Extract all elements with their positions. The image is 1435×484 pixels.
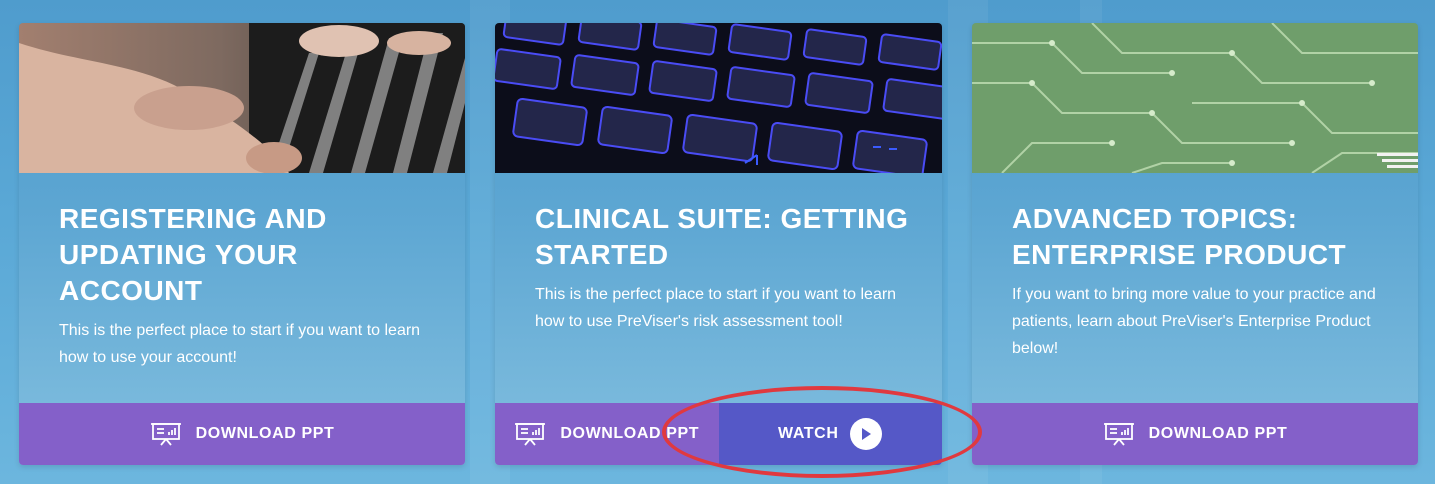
- backlit-keyboard-image: [495, 23, 942, 173]
- card-description: This is the perfect place to start if yo…: [535, 286, 897, 330]
- download-ppt-label: DOWNLOAD PPT: [195, 425, 335, 442]
- presentation-chart-icon: [1103, 422, 1135, 446]
- card-title: CLINICAL SUITE: GETTING STARTED: [535, 203, 909, 270]
- card-registering-account: REGISTERING AND UPDATING YOUR ACCOUNT Th…: [19, 23, 465, 465]
- card-description: This is the perfect place to start if yo…: [59, 322, 421, 366]
- card-title: REGISTERING AND UPDATING YOUR ACCOUNT: [59, 203, 327, 306]
- download-ppt-label: DOWNLOAD PPT: [560, 425, 700, 442]
- card-title: ADVANCED TOPICS: ENTERPRISE PRODUCT: [1012, 203, 1347, 270]
- watch-button[interactable]: WATCH: [718, 403, 942, 465]
- play-icon: [850, 418, 883, 450]
- presentation-chart-icon: [514, 422, 546, 446]
- card-clinical-suite: CLINICAL SUITE: GETTING STARTED This is …: [495, 23, 942, 465]
- circuit-board-image: [972, 23, 1418, 173]
- card-advanced-topics: ADVANCED TOPICS: ENTERPRISE PRODUCT If y…: [972, 23, 1418, 465]
- presentation-chart-icon: [150, 422, 182, 446]
- card-description: If you want to bring more value to your …: [1012, 286, 1376, 357]
- download-ppt-label: DOWNLOAD PPT: [1148, 425, 1288, 442]
- download-ppt-button[interactable]: DOWNLOAD PPT: [495, 403, 719, 465]
- watch-label: WATCH: [778, 425, 839, 442]
- hands-on-keyboard-image: [19, 23, 465, 173]
- download-ppt-button[interactable]: DOWNLOAD PPT: [972, 403, 1418, 465]
- download-ppt-button[interactable]: DOWNLOAD PPT: [19, 403, 465, 465]
